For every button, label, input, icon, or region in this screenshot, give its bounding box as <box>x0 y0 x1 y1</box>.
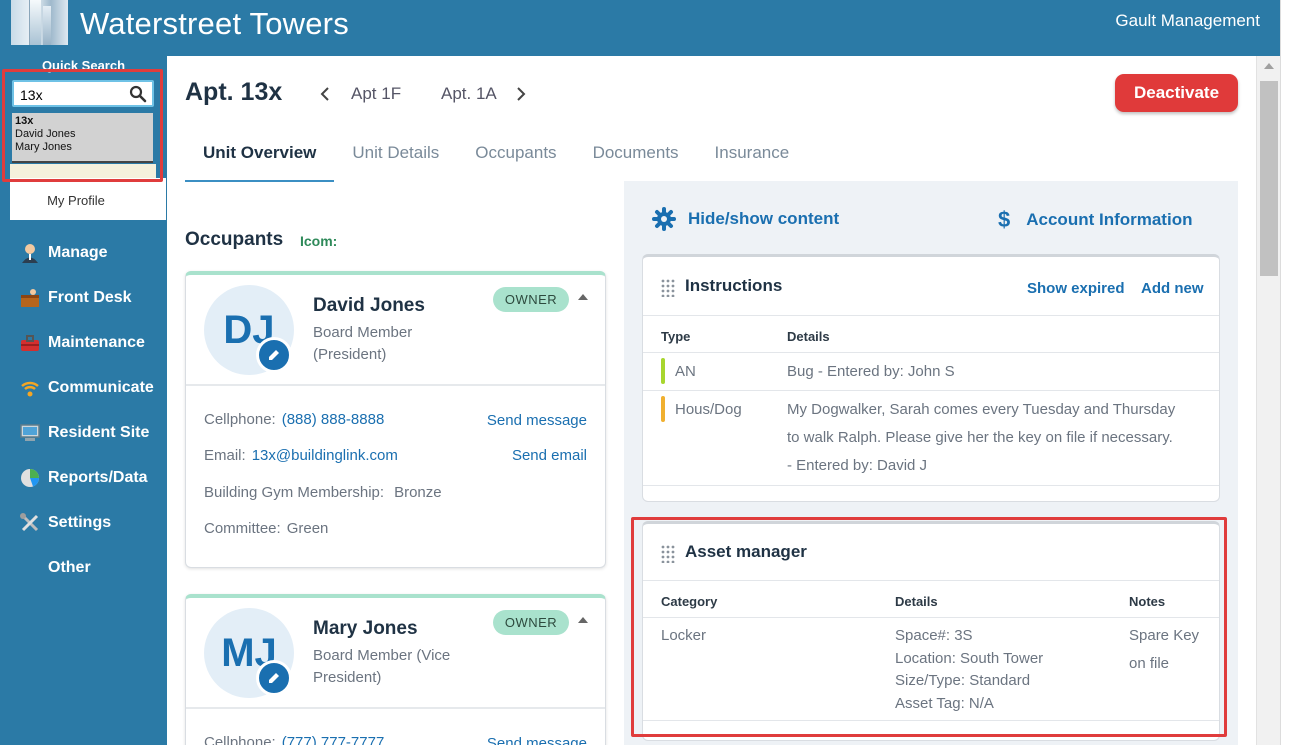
nav-label: Other <box>48 558 91 576</box>
sidebar: Quick Search 13x David Jones Mary Jones … <box>0 56 167 745</box>
occupant-card: MJ Mary Jones Board Member (Vice Preside… <box>185 594 606 745</box>
occupants-heading: Occupants <box>185 229 284 250</box>
widget-title: Instructions <box>685 276 783 295</box>
nav-item-maintenance[interactable]: Maintenance <box>0 320 167 365</box>
instruction-details: - Entered by: David J <box>787 457 928 474</box>
nav-label: Manage <box>48 243 108 261</box>
gym-row: Building Gym Membership: Bronze <box>204 484 442 501</box>
nav-item-front-desk[interactable]: Front Desk <box>0 275 167 320</box>
nav-label: Maintenance <box>48 333 145 351</box>
account-information-button[interactable]: $ Account Information <box>998 207 1192 233</box>
nav-item-reports[interactable]: Reports/Data <box>0 455 167 500</box>
occupant-role: Board Member (Vice President) <box>313 647 451 686</box>
occupant-name[interactable]: David Jones <box>313 295 425 317</box>
cellphone-link[interactable]: (888) 888-8888 <box>282 411 385 428</box>
tab-occupants[interactable]: Occupants <box>457 138 574 182</box>
instruction-type: AN <box>675 363 696 380</box>
instructions-widget: Instructions Show expired Add new Type D… <box>642 254 1220 502</box>
column-header-details: Details <box>787 329 830 344</box>
nav-label: Communicate <box>48 378 154 396</box>
asset-manager-highlight <box>631 517 1227 737</box>
quick-search-highlight <box>2 69 163 182</box>
nav-item-other[interactable]: Other <box>0 545 167 590</box>
send-email-link[interactable]: Send email <box>512 447 587 464</box>
dollar-icon: $ <box>998 207 1011 232</box>
hide-show-content-button[interactable]: Hide/show content <box>652 207 839 231</box>
tab-unit-details[interactable]: Unit Details <box>334 138 457 182</box>
toolbox-icon <box>18 332 42 354</box>
edit-icon[interactable] <box>256 337 292 373</box>
cellphone-row: Cellphone: (777) 777-7777 <box>204 734 384 745</box>
top-bar: Waterstreet Towers Gault Management <box>0 0 1280 56</box>
instruction-type: Hous/Dog <box>675 401 742 418</box>
my-profile-link[interactable]: My Profile <box>10 193 142 208</box>
occupant-role: Board Member (President) <box>313 324 413 363</box>
add-new-link[interactable]: Add new <box>1141 280 1204 297</box>
column-header-type: Type <box>661 329 691 344</box>
chevron-right-icon[interactable] <box>513 84 529 104</box>
occupant-name[interactable]: Mary Jones <box>313 618 418 640</box>
page-title: Apt. 13x <box>185 78 283 106</box>
deactivate-button[interactable]: Deactivate <box>1115 74 1238 112</box>
management-company[interactable]: Gault Management <box>1115 11 1260 31</box>
nav-item-manage[interactable]: Manage <box>0 230 167 275</box>
nav-item-communicate[interactable]: Communicate <box>0 365 167 410</box>
profile-box[interactable]: My Profile <box>10 178 166 220</box>
nav-item-resident-site[interactable]: Resident Site <box>0 410 167 455</box>
nav-label: Front Desk <box>48 288 132 306</box>
nav-label: Reports/Data <box>48 468 148 486</box>
nav-item-settings[interactable]: Settings <box>0 500 167 545</box>
caret-up-icon[interactable] <box>577 292 589 302</box>
send-message-link[interactable]: Send message <box>487 412 587 429</box>
nav-label: Resident Site <box>48 423 150 441</box>
tab-unit-overview[interactable]: Unit Overview <box>185 138 335 182</box>
gear-icon <box>652 207 676 231</box>
cellphone-link[interactable]: (777) 777-7777 <box>282 734 385 745</box>
tab-documents[interactable]: Documents <box>575 138 697 182</box>
page-scrollbar[interactable] <box>1256 56 1280 745</box>
owner-badge: OWNER <box>493 287 569 312</box>
type-color-tag <box>661 358 665 384</box>
unit-tabs: Unit Overview Unit Details Occupants Doc… <box>185 138 807 182</box>
occupant-card: DJ David Jones Board Member (President) … <box>185 271 606 568</box>
type-color-tag <box>661 396 665 422</box>
owner-badge: OWNER <box>493 610 569 635</box>
manager-person-icon <box>18 242 42 264</box>
drag-handle-icon[interactable] <box>661 279 675 297</box>
instruction-details: Bug - Entered by: John S <box>787 363 955 380</box>
pie-chart-icon <box>18 467 42 489</box>
chevron-left-icon[interactable] <box>317 84 333 104</box>
computer-icon <box>18 422 42 444</box>
wifi-icon <box>18 377 42 399</box>
tools-icon <box>18 512 42 534</box>
building-name: Waterstreet Towers <box>80 6 349 41</box>
show-expired-link[interactable]: Show expired <box>1027 280 1125 297</box>
email-link[interactable]: 13x@buildinglink.com <box>252 447 398 464</box>
cellphone-row: Cellphone: (888) 888-8888 <box>204 411 385 428</box>
instruction-details: My Dogwalker, Sarah comes every Tuesday … <box>787 401 1176 418</box>
scroll-up-arrow-icon[interactable] <box>1263 62 1275 70</box>
scrollbar-thumb[interactable] <box>1260 81 1278 276</box>
caret-up-icon[interactable] <box>577 615 589 625</box>
tab-insurance[interactable]: Insurance <box>697 138 808 182</box>
email-row: Email: 13x@buildinglink.com <box>204 447 398 464</box>
account-information-label: Account Information <box>1026 210 1193 229</box>
front-desk-icon <box>18 287 42 309</box>
hide-show-label: Hide/show content <box>688 209 840 228</box>
send-message-link[interactable]: Send message <box>487 735 587 745</box>
building-logo <box>11 0 68 45</box>
instruction-details: to walk Ralph. Please give her the key o… <box>787 429 1173 446</box>
nav-label: Settings <box>48 513 112 531</box>
edit-icon[interactable] <box>256 660 292 696</box>
prev-unit-link[interactable]: Apt 1F <box>351 84 401 104</box>
icom-label: Icom: <box>300 233 338 249</box>
next-unit-link[interactable]: Apt. 1A <box>441 84 497 104</box>
main-nav: Manage Front Desk Maintenance Communicat… <box>0 230 167 590</box>
committee-row: Committee: Green <box>204 520 329 537</box>
